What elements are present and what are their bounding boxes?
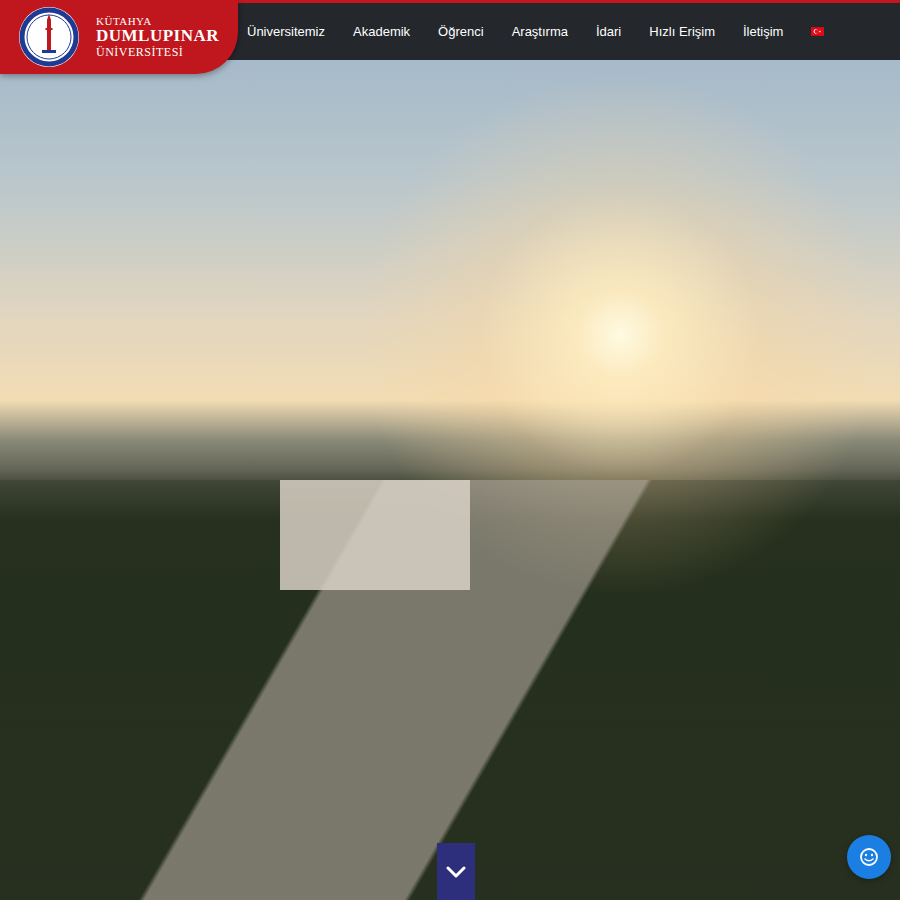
nav-link[interactable]: İdari xyxy=(596,22,621,42)
smiley-icon xyxy=(859,847,879,867)
nav-link[interactable]: Öğrenci xyxy=(438,22,484,42)
hero-gate xyxy=(280,480,470,590)
language-switch[interactable] xyxy=(811,27,824,36)
top-bar: KÜTAHYA DUMLUPINAR ÜNİVERSİTESİ Üniversi… xyxy=(0,0,900,60)
turkish-flag-icon xyxy=(811,27,824,36)
main-nav: Üniversitemiz Akademik Öğrenci Araştırma İda… xyxy=(238,3,824,60)
nav-link[interactable]: Akademik xyxy=(353,22,410,42)
logo-line: KÜTAHYA xyxy=(96,15,219,27)
hero-photo: KÜTAHYA DUMLUPINAR ÜNİVERSİTESİ Üniversi… xyxy=(0,0,900,900)
nav-link[interactable]: Hızlı Erişim xyxy=(649,22,715,42)
logo-title: DUMLUPINAR xyxy=(96,27,219,46)
logo[interactable]: KÜTAHYA DUMLUPINAR ÜNİVERSİTESİ xyxy=(0,0,238,74)
nav-link[interactable]: Üniversitemiz xyxy=(247,22,325,42)
scroll-down-button[interactable] xyxy=(437,843,475,900)
chevron-down-icon xyxy=(446,866,466,878)
nav-link[interactable]: Araştırma xyxy=(512,22,568,42)
chat-button[interactable] xyxy=(847,835,891,879)
logo-line: ÜNİVERSİTESİ xyxy=(96,46,219,59)
nav-link[interactable]: İletişim xyxy=(743,22,783,42)
seal-icon xyxy=(18,6,80,68)
